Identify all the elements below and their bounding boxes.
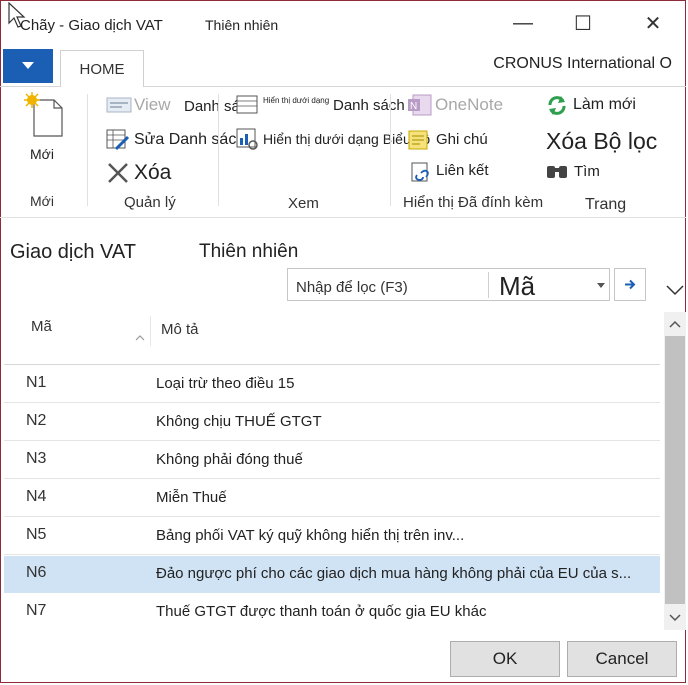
row-code: N7 [26,602,47,619]
minimize-button[interactable]: — [503,12,543,35]
notes-icon [408,130,428,150]
group-attachments-label: Hiển thị Đã đính kèm [403,194,544,211]
maximize-button[interactable]: ☐ [563,11,603,36]
links-icon [411,162,429,182]
show-as-list-icon [236,95,258,114]
show-as-small-label: Hiển thị dưới dạng [263,96,330,105]
sort-ascending-icon [135,335,145,341]
dropdown-arrow-icon[interactable] [596,282,606,290]
row-description: Không chịu THUẾ GTGT [156,413,322,430]
scroll-down-icon[interactable] [664,608,686,628]
close-button[interactable]: ✕ [633,11,673,36]
show-as-chart-button[interactable]: Hiển thị dưới dạng Biểu đồ [263,131,430,147]
row-code: N1 [26,374,47,391]
table-row-selected[interactable]: N6 Đảo ngược phí cho các giao dịch mua h… [4,556,660,593]
company-name: CRONUS International O [493,55,672,72]
row-code: N6 [26,564,47,581]
onenote-button[interactable]: OneNote [435,95,503,115]
onenote-icon: N [408,94,432,116]
window-subtitle: Thiên nhiên [205,17,279,33]
edit-list-button[interactable]: Sửa Danh sách [134,131,245,149]
arrow-right-icon [625,279,636,290]
apply-filter-button[interactable] [614,268,646,301]
delete-button[interactable]: Xóa [134,161,171,185]
scroll-up-icon[interactable] [664,314,686,334]
table-row[interactable]: N3 Không phải đóng thuế [4,442,660,479]
row-code: N2 [26,412,47,429]
view-button[interactable]: View [134,95,171,115]
view-icon [106,97,132,113]
row-description: Loại trừ theo điều 15 [156,375,295,392]
show-as-list-button[interactable]: Danh sách [333,97,405,114]
ribbon-separator [87,94,88,206]
row-description: Thuế GTGT được thanh toán ở quốc gia EU … [156,603,487,620]
refresh-icon [548,96,566,115]
filter-box: Nhập để lọc (F3) Mã [287,268,610,301]
group-view-label: Xem [288,195,319,212]
filter-field-select[interactable]: Mã [499,271,535,302]
svg-text:N: N [410,101,417,112]
links-button[interactable]: Liên kết [436,162,489,179]
show-as-chart-icon [236,128,258,150]
table-header-divider [4,364,660,365]
table-row[interactable]: N1 Loại trừ theo điều 15 [4,366,660,403]
table-row[interactable]: N7 Thuế GTGT được thanh toán ở quốc gia … [4,594,660,631]
find-button[interactable]: Tìm [574,163,600,180]
page-subtitle: Thiên nhiên [199,241,299,262]
chevron-down-icon [22,62,34,69]
refresh-button[interactable]: Làm mới [573,96,636,114]
table-row[interactable]: N4 Miễn Thuế [4,480,660,517]
clear-filter-button[interactable]: Xóa Bộ lọc [546,128,657,155]
cancel-button[interactable]: Cancel [567,641,677,677]
edit-list-icon [106,129,130,151]
group-page-label: Trang [585,196,627,213]
ribbon-separator [218,94,219,206]
ribbon-bottom-divider [0,217,686,218]
window-title: Chãy - Giao dịch VAT [20,17,163,34]
notes-button[interactable]: Ghi chú [436,131,488,148]
scrollbar-thumb[interactable] [665,336,685,604]
ribbon-separator [390,94,391,206]
table-row[interactable]: N5 Bảng phối VAT ký quỹ không hiển thị t… [4,518,660,555]
column-header-code[interactable]: Mã [31,318,52,335]
group-new-label: Mới [30,193,54,209]
row-code: N4 [26,488,47,505]
row-description: Không phải đóng thuế [156,451,303,468]
new-document-icon [24,92,63,137]
new-label: Mới [30,146,54,162]
row-description: Đảo ngược phí cho các giao dịch mua hàng… [156,565,632,582]
ok-button[interactable]: OK [450,641,560,677]
row-description: Bảng phối VAT ký quỹ không hiển thị trên… [156,527,465,544]
table-row[interactable]: N2 Không chịu THUẾ GTGT [4,404,660,441]
filter-separator [488,272,489,298]
column-header-description[interactable]: Mô tả [161,321,199,338]
new-button[interactable] [22,92,66,142]
filter-input[interactable]: Nhập để lọc (F3) [296,279,408,296]
row-code: N5 [26,526,47,543]
tab-home[interactable]: HOME [60,50,144,87]
group-manage-label: Quản lý [124,194,176,211]
row-code: N3 [26,450,47,467]
binoculars-icon [547,166,567,178]
row-description: Miễn Thuế [156,489,227,506]
collapse-chevron-icon[interactable] [663,282,687,300]
column-separator [150,316,151,346]
application-menu-button[interactable] [3,49,53,83]
delete-icon [108,163,128,183]
page-title: Giao dịch VAT [10,241,136,263]
